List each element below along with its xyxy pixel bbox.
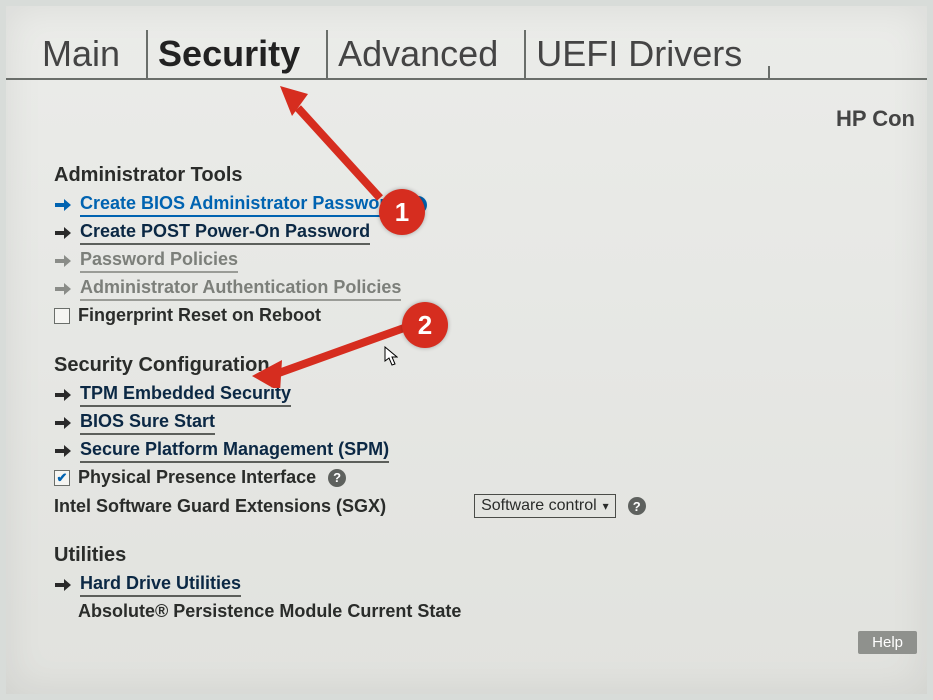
checkbox-ppi[interactable]: ✔ [54, 470, 70, 486]
help-icon[interactable]: ? [328, 469, 346, 487]
bios-screen: Main Security Advanced UEFI Drivers HP C… [6, 6, 927, 694]
label-sgx: Intel Software Guard Extensions (SGX) [54, 496, 386, 517]
help-icon[interactable]: ? [628, 497, 646, 515]
arrow-icon [54, 283, 72, 295]
section-security-config: Security Configuration [54, 354, 915, 377]
chevron-down-icon: ▾ [603, 499, 609, 513]
arrow-icon [54, 255, 72, 267]
annotation-arrow-2 [252, 316, 412, 388]
tab-bar: Main Security Advanced UEFI Drivers [6, 30, 927, 80]
tab-uefi-drivers[interactable]: UEFI Drivers [524, 30, 768, 78]
annotation-badge-1: 1 [379, 189, 425, 235]
section-admin-tools: Administrator Tools [54, 164, 915, 187]
label-absolute-persistence: Absolute® Persistence Module Current Sta… [78, 601, 461, 622]
link-create-post-password[interactable]: Create POST Power-On Password [80, 221, 370, 245]
annotation-arrow-1 [280, 86, 390, 208]
link-admin-auth-policies[interactable]: Administrator Authentication Policies [80, 277, 401, 301]
tab-security[interactable]: Security [146, 30, 326, 78]
content-area: Administrator Tools Create BIOS Administ… [6, 80, 927, 622]
link-spm[interactable]: Secure Platform Management (SPM) [80, 439, 389, 463]
arrow-icon [54, 227, 72, 239]
brand-label: HP Con [836, 106, 915, 132]
arrow-icon [54, 417, 72, 429]
checkbox-fingerprint-reset[interactable] [54, 308, 70, 324]
tab-main[interactable]: Main [42, 30, 146, 78]
link-bios-sure-start[interactable]: BIOS Sure Start [80, 411, 215, 435]
arrow-icon [54, 199, 72, 211]
label-ppi: Physical Presence Interface [78, 467, 316, 488]
arrow-icon [54, 579, 72, 591]
annotation-badge-2: 2 [402, 302, 448, 348]
section-utilities: Utilities [54, 544, 915, 567]
dropdown-sgx-value: Software control [481, 497, 597, 515]
link-password-policies[interactable]: Password Policies [80, 249, 238, 273]
tab-advanced[interactable]: Advanced [326, 30, 524, 78]
tab-divider-end [768, 66, 806, 78]
link-hard-drive-utilities[interactable]: Hard Drive Utilities [80, 573, 241, 597]
help-button[interactable]: Help [858, 631, 917, 654]
dropdown-sgx[interactable]: Software control ▾ [474, 494, 616, 518]
arrow-icon [54, 389, 72, 401]
arrow-icon [54, 445, 72, 457]
